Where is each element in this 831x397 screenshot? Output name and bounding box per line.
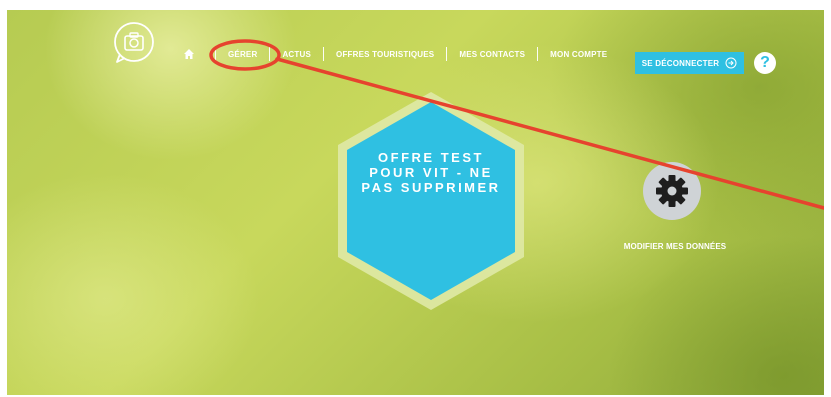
annotation-arrow-line — [275, 57, 824, 210]
annotation-overlay — [209, 39, 824, 210]
annotation-circle — [209, 39, 281, 71]
hero-background: GÉRER ACTUS OFFRES TOURISTIQUES MES CONT… — [7, 10, 824, 395]
